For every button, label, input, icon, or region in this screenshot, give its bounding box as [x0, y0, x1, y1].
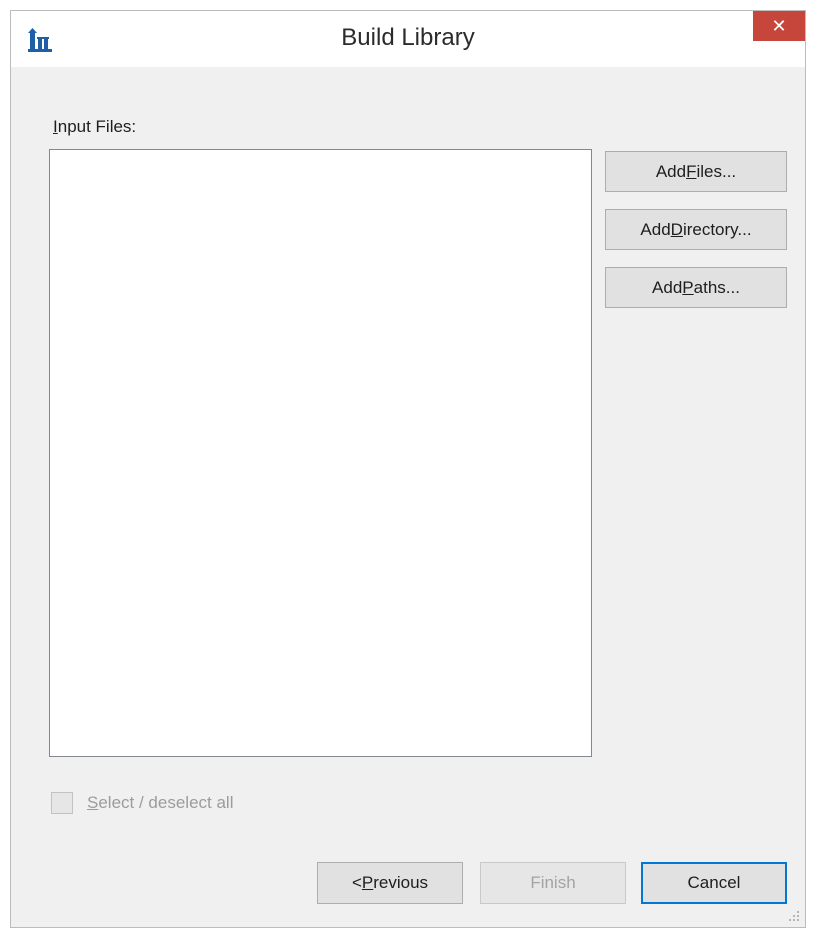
select-deselect-all[interactable]: Select / deselect all — [51, 791, 233, 815]
previous-button[interactable]: < Previous — [317, 862, 463, 904]
build-library-dialog: Build Library ✕ Input Files: Add Files..… — [10, 10, 806, 928]
close-button[interactable]: ✕ — [753, 11, 805, 41]
close-icon: ✕ — [771, 15, 787, 37]
select-all-label: Select / deselect all — [87, 793, 234, 812]
resize-grip-icon[interactable] — [787, 909, 801, 923]
add-files-button[interactable]: Add Files... — [605, 151, 787, 192]
add-paths-button[interactable]: Add Paths... — [605, 267, 787, 308]
input-files-label: Input Files: — [53, 117, 137, 136]
select-all-checkbox[interactable] — [51, 792, 73, 814]
finish-button[interactable]: Finish — [480, 862, 626, 904]
input-files-list[interactable] — [49, 149, 592, 757]
window-title: Build Library — [341, 24, 475, 51]
title-bar[interactable]: Build Library ✕ — [11, 11, 805, 67]
add-directory-button[interactable]: Add Directory... — [605, 209, 787, 250]
cancel-button[interactable]: Cancel — [641, 862, 787, 904]
